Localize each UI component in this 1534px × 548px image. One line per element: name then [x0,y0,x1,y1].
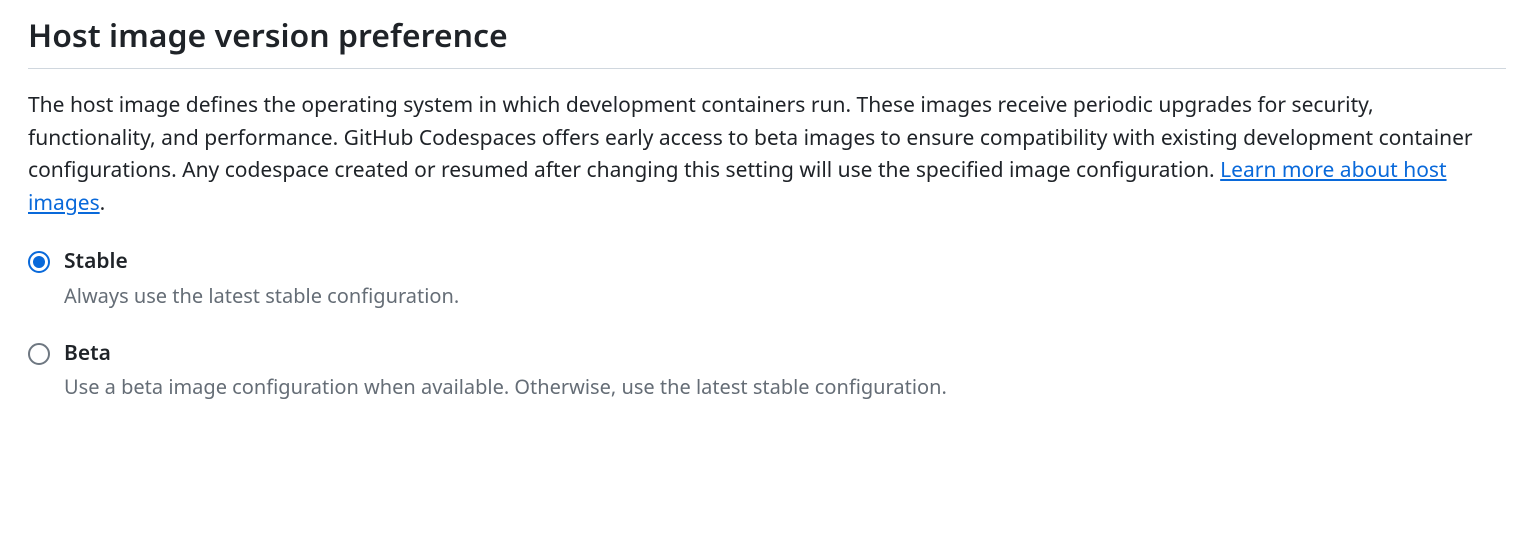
radio-text: Stable Always use the latest stable conf… [64,247,459,310]
radio-input-wrap [28,339,50,365]
radio-desc-beta: Use a beta image configuration when avai… [64,372,947,402]
section-description: The host image defines the operating sys… [28,89,1506,219]
radio-option-beta[interactable]: Beta Use a beta image configuration when… [28,339,1506,402]
radio-text: Beta Use a beta image configuration when… [64,339,947,402]
radio-input-stable[interactable] [28,251,50,273]
section-title: Host image version preference [28,16,1506,69]
host-image-radio-group: Stable Always use the latest stable conf… [28,247,1506,402]
radio-input-beta[interactable] [28,343,50,365]
radio-label-beta[interactable]: Beta [64,339,947,368]
radio-option-stable[interactable]: Stable Always use the latest stable conf… [28,247,1506,310]
radio-label-stable[interactable]: Stable [64,247,459,276]
trailing-punct: . [100,189,106,217]
radio-desc-stable: Always use the latest stable configurati… [64,281,459,311]
radio-input-wrap [28,247,50,273]
